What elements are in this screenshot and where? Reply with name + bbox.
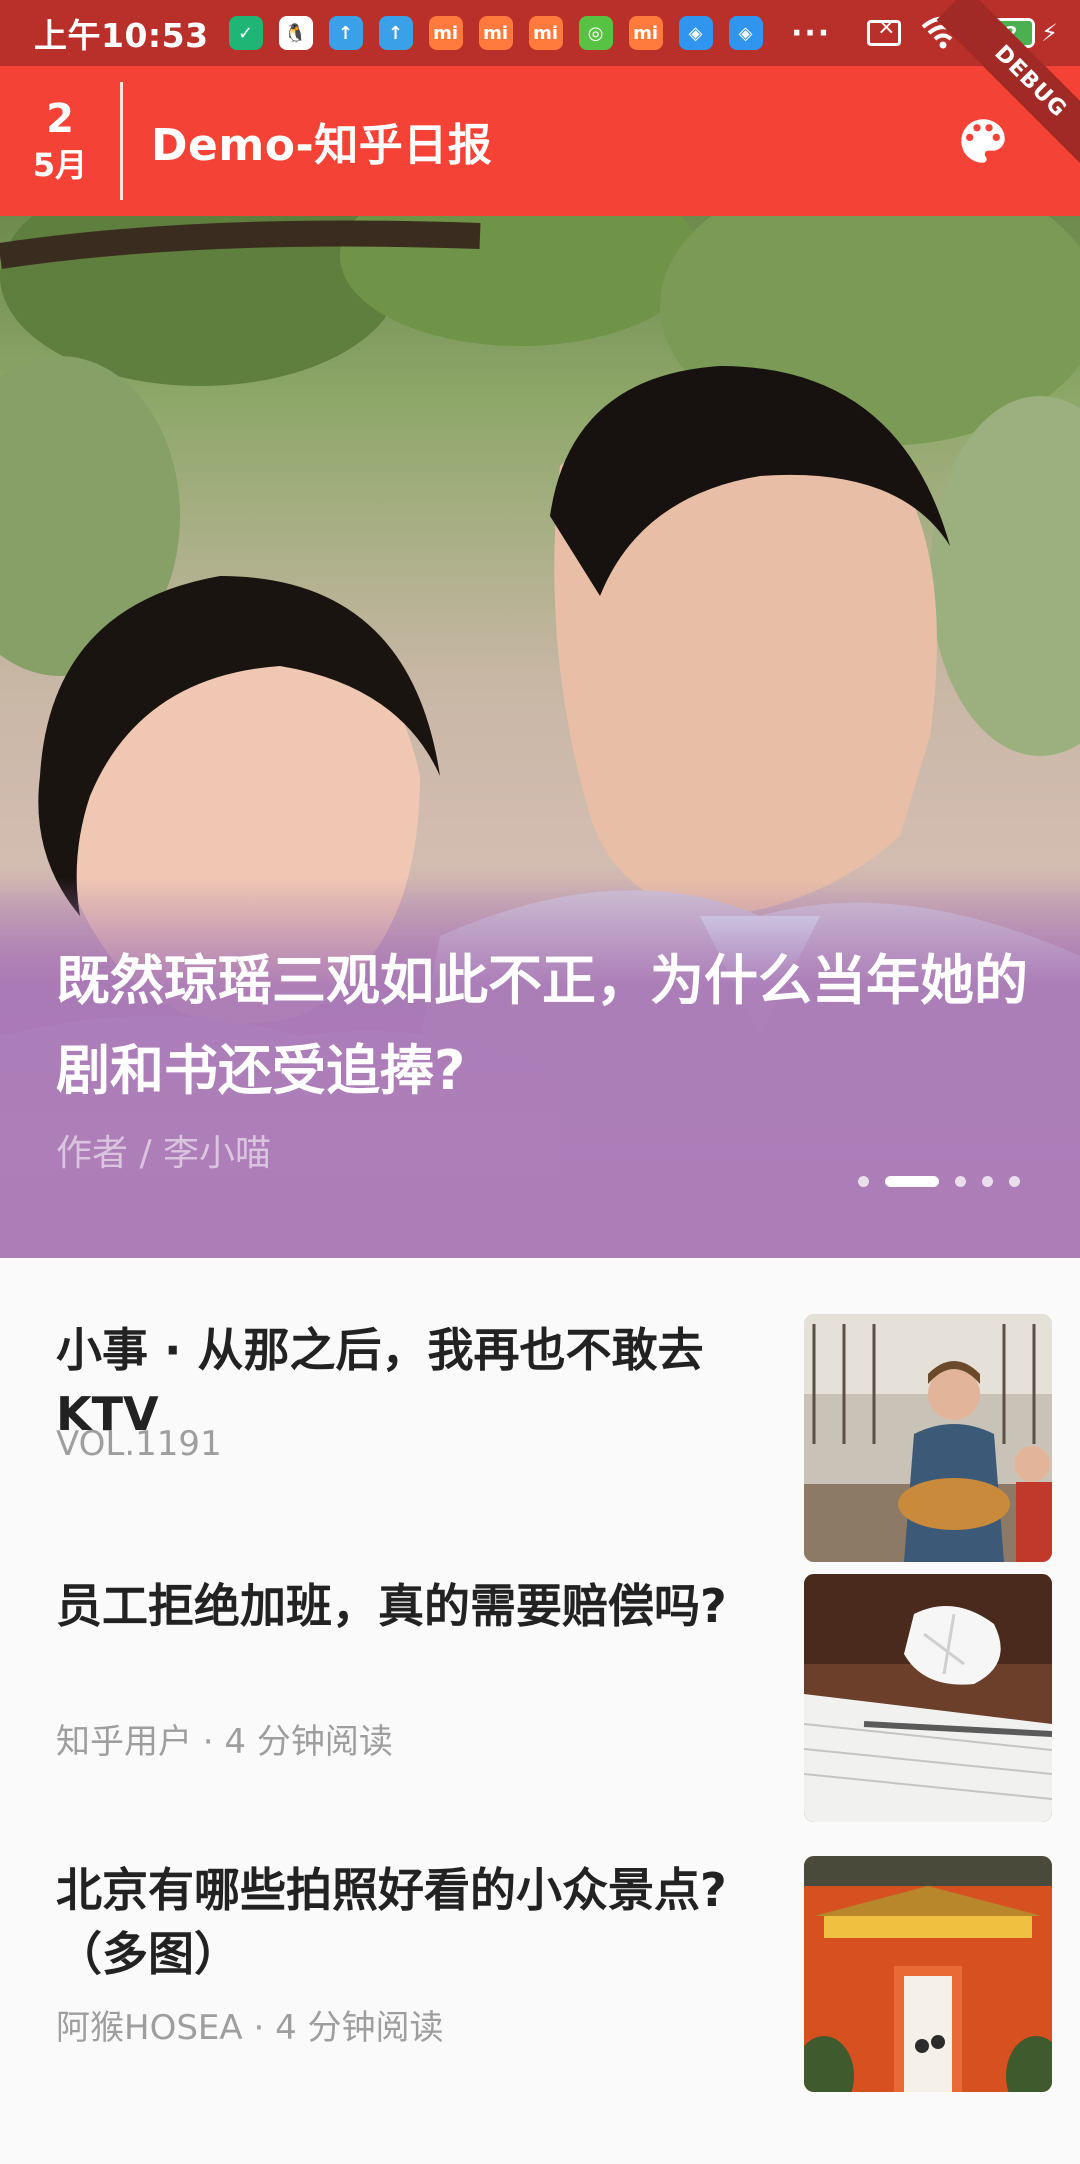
story-thumbnail — [804, 1574, 1052, 1822]
notification-icons: ✓ 🐧 ↑ ↑ mi mi mi ◎ mi ◈ ◈ — [228, 16, 779, 50]
divider — [120, 82, 123, 200]
hero-title[interactable]: 既然琼瑶三观如此不正，为什么当年她的剧和书还受追捧? — [56, 936, 1036, 1116]
app-bar: 2 5月 Demo-知乎日报 DEBUG — [0, 0, 1080, 216]
palette-icon[interactable] — [954, 112, 1012, 170]
story-title: 员工拒绝加班，真的需要赔偿吗? — [56, 1579, 727, 1633]
mi-store-icon: mi — [428, 16, 463, 50]
carousel-dot[interactable] — [955, 1176, 966, 1187]
status-time: 上午10:53 — [34, 16, 209, 55]
list-item[interactable]: 小事 · 从那之后，我再也不敢去 KTV VOL.1191 — [0, 1258, 1080, 1562]
story-thumbnail — [804, 1314, 1052, 1562]
carousel-dot[interactable] — [885, 1176, 939, 1187]
mi-icon-2: mi — [628, 16, 663, 50]
qq-icon: 🐧 — [278, 16, 313, 50]
more-notifications-icon: ··· — [790, 15, 832, 51]
list-item[interactable]: 北京有哪些拍照好看的小众景点? （多图） 阿猴HOSEA · 4 分钟阅读 — [0, 1856, 1080, 2164]
browser-icon-2: ◈ — [728, 16, 763, 50]
shield-app-icon: ✓ — [228, 16, 263, 50]
story-title: 北京有哪些拍照好看的小众景点? （多图） — [56, 1863, 727, 1981]
palace-photo — [804, 1856, 1052, 2092]
carousel-dot[interactable] — [982, 1176, 993, 1187]
app-title: Demo-知乎日报 — [151, 120, 493, 171]
singer-photo — [804, 1314, 1052, 1562]
date-day: 2 — [46, 96, 74, 142]
status-bar: 上午10:53 ✓🐧↑↑mimimi◎mi◈◈ ··· 82 ⚡ — [0, 0, 1080, 66]
no-sim-icon — [867, 15, 902, 46]
carousel-dot[interactable] — [1009, 1176, 1020, 1187]
date-month: 5月 — [32, 146, 88, 184]
charging-icon: ⚡ — [1041, 19, 1058, 47]
story-list: 小事 · 从那之后，我再也不敢去 KTV VOL.1191 员工拒绝加班，真的需… — [0, 1258, 1080, 2164]
upload-icon-2: ↑ — [378, 16, 413, 50]
carousel-indicators — [842, 1176, 1020, 1187]
mi-store-icon-2: mi — [528, 16, 563, 50]
carousel-dot[interactable] — [858, 1176, 869, 1187]
story-meta: VOL.1191 — [56, 1424, 222, 1464]
upload-icon: ↑ — [328, 16, 363, 50]
hero-author: 作者 / 李小喵 — [56, 1133, 272, 1174]
list-item[interactable]: 员工拒绝加班，真的需要赔偿吗? 知乎用户 · 4 分钟阅读 — [0, 1560, 1080, 1862]
browser-icon: ◈ — [678, 16, 713, 50]
android-icon: ◎ — [578, 16, 613, 50]
date-box[interactable]: 2 5月 — [0, 66, 120, 216]
story-meta: 知乎用户 · 4 分钟阅读 — [56, 1722, 393, 1762]
hero-banner[interactable]: 既然琼瑶三观如此不正，为什么当年她的剧和书还受追捧? 作者 / 李小喵 — [0, 216, 1080, 1258]
notebook-photo — [804, 1574, 1052, 1822]
mi-icon: mi — [478, 16, 513, 50]
story-thumbnail — [804, 1856, 1052, 2092]
story-meta: 阿猴HOSEA · 4 分钟阅读 — [56, 2008, 444, 2048]
